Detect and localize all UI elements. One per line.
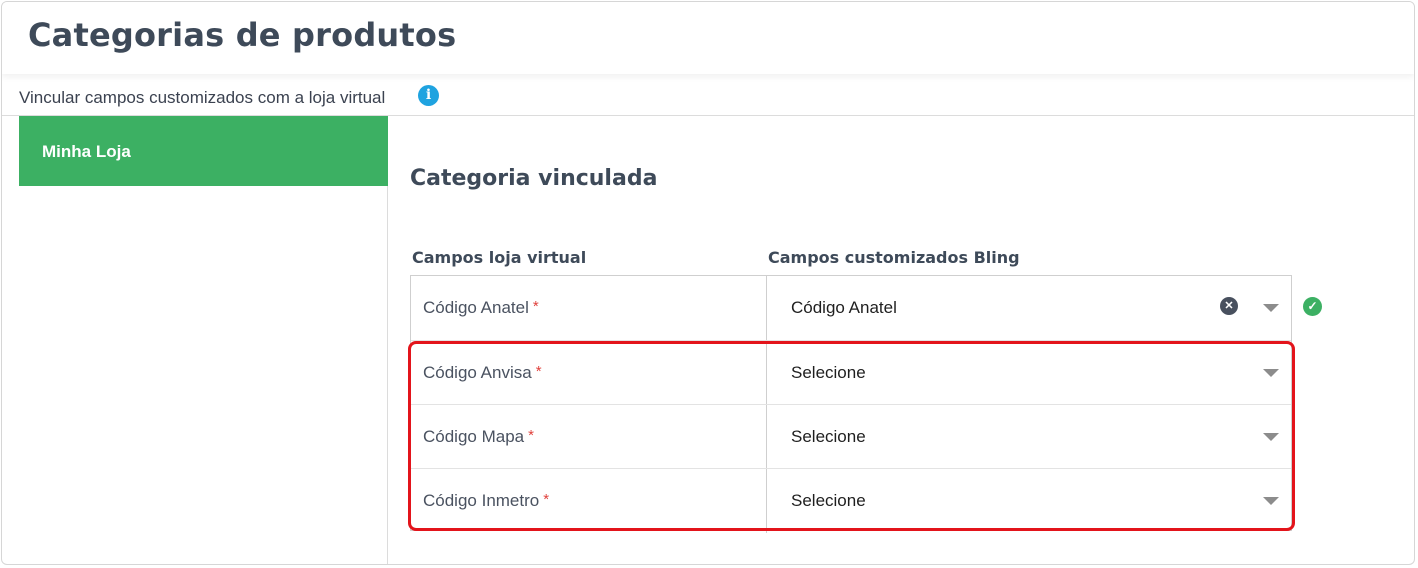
- bling-field-select[interactable]: Selecione: [791, 427, 866, 447]
- main-content: Categoria vinculada Campos loja virtual …: [388, 116, 1414, 564]
- page-header: Categorias de produtos: [2, 2, 1414, 74]
- info-icon[interactable]: i: [418, 85, 439, 106]
- column-header-campos-bling: Campos customizados Bling: [768, 248, 1020, 267]
- subheader-text: Vincular campos customizados com a loja …: [19, 88, 386, 107]
- page-title: Categorias de produtos: [28, 16, 457, 54]
- bling-field-select[interactable]: Código Anatel: [791, 298, 897, 318]
- chevron-down-icon[interactable]: [1263, 369, 1279, 377]
- column-divider: [766, 341, 767, 405]
- chevron-down-icon[interactable]: [1263, 497, 1279, 505]
- clear-icon[interactable]: ✕: [1220, 297, 1238, 315]
- sidebar-item-label: Minha Loja: [42, 142, 131, 161]
- table-row: Código Anvisa * Selecione: [411, 340, 1291, 405]
- subheader: Vincular campos customizados com a loja …: [2, 82, 1414, 116]
- required-marker: *: [543, 491, 550, 508]
- required-marker: *: [532, 298, 539, 315]
- table-row: Código Anatel * Código Anatel ✕: [411, 276, 1291, 340]
- check-icon: ✓: [1303, 297, 1322, 316]
- column-header-loja-virtual: Campos loja virtual: [412, 248, 587, 267]
- required-marker: *: [535, 363, 542, 380]
- chevron-down-icon[interactable]: [1263, 304, 1279, 312]
- sidebar-item-minha-loja[interactable]: Minha Loja: [19, 116, 388, 186]
- column-divider: [766, 405, 767, 469]
- app-window: Categorias de produtos Vincular campos c…: [1, 1, 1415, 565]
- column-divider: [766, 276, 767, 340]
- mapping-table: Código Anatel * Código Anatel ✕ Código An…: [410, 275, 1292, 533]
- field-label: Código Anatel *: [423, 298, 539, 317]
- column-divider: [766, 469, 767, 533]
- bling-field-select[interactable]: Selecione: [791, 491, 866, 511]
- section-title: Categoria vinculada: [410, 166, 658, 191]
- table-row: Código Mapa * Selecione: [411, 404, 1291, 469]
- field-label: Código Anvisa *: [423, 363, 542, 382]
- table-row: Código Inmetro * Selecione: [411, 468, 1291, 533]
- chevron-down-icon[interactable]: [1263, 433, 1279, 441]
- field-label: Código Inmetro *: [423, 491, 550, 510]
- field-label: Código Mapa *: [423, 427, 534, 446]
- required-marker: *: [528, 427, 534, 444]
- bling-field-select[interactable]: Selecione: [791, 363, 866, 383]
- sidebar: Minha Loja: [19, 116, 388, 564]
